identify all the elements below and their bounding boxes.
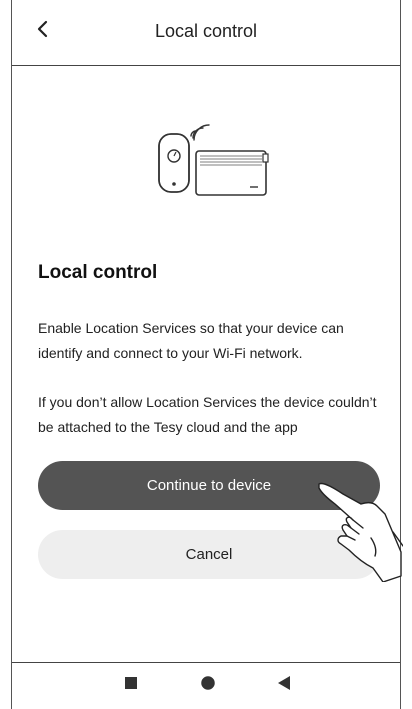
location-warning-text: If you don’t allow Location Services the… (38, 394, 377, 435)
continue-to-device-button[interactable]: Continue to device (38, 461, 380, 510)
app-screen: Local control Local control Enable Locat… (11, 0, 401, 709)
location-services-text: Enable Location Services so that your de… (38, 320, 344, 361)
circle-home-icon (200, 675, 216, 696)
heater-device-icon (195, 150, 269, 196)
square-recents-icon (125, 676, 137, 694)
wifi-signal-icon (190, 124, 210, 141)
recents-button[interactable] (119, 673, 143, 697)
system-back-button[interactable] (272, 673, 296, 697)
home-button[interactable] (196, 673, 220, 697)
device-illustration (154, 118, 284, 198)
cancel-button[interactable]: Cancel (38, 530, 380, 579)
header-bar: Local control (12, 0, 400, 66)
wifi-router-icon (158, 133, 190, 193)
section-title: Local control (38, 262, 158, 283)
triangle-back-icon (278, 675, 290, 695)
page-title: Local control (154, 21, 258, 41)
system-nav-bar (12, 662, 400, 709)
